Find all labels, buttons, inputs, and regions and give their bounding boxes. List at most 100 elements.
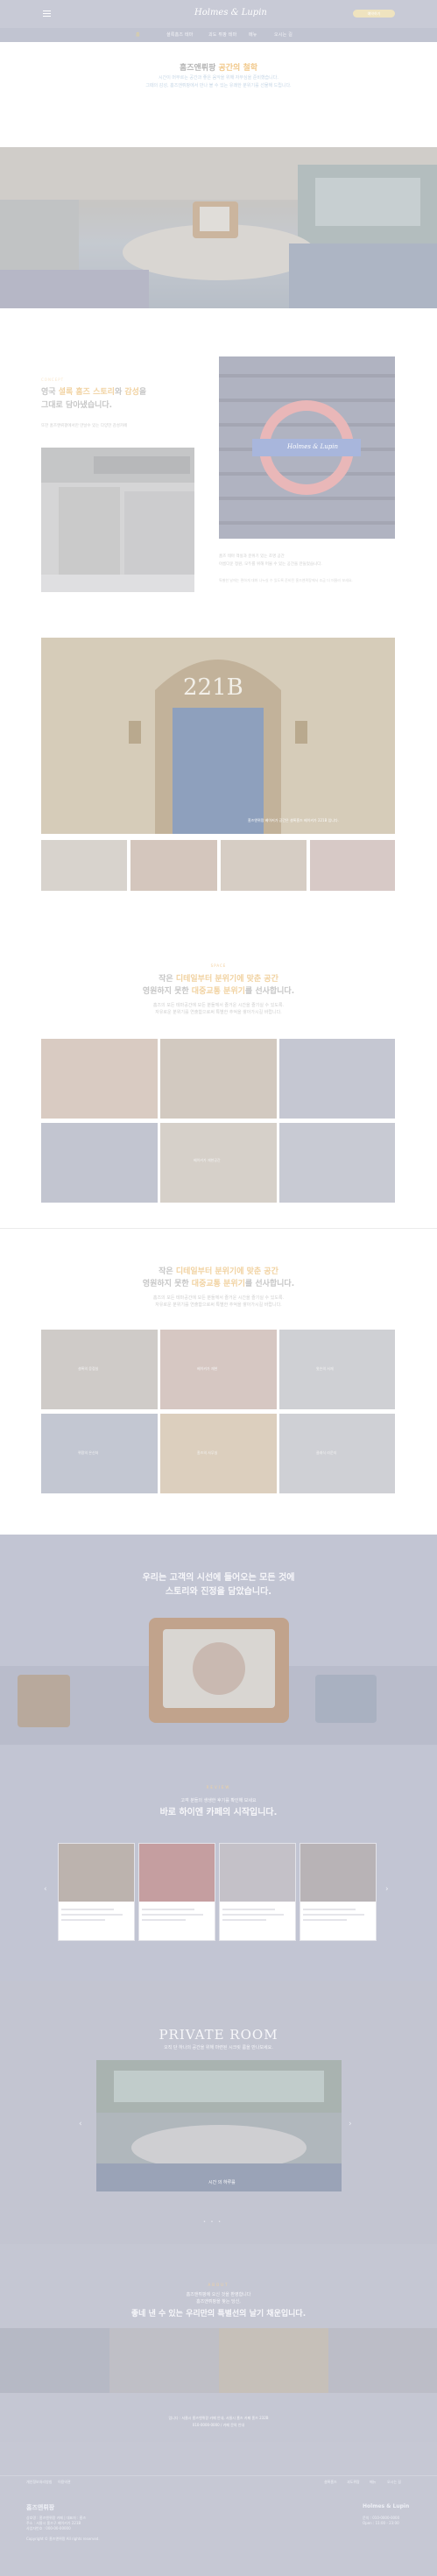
brand-logo[interactable]: Holmes & Lupin <box>194 8 267 18</box>
private-prev-arrow-icon[interactable]: ‹ <box>79 2120 82 2128</box>
detail-tile-label: 클래식 라운지 <box>316 1450 337 1455</box>
closing-contact-2: 010-0000-0000 / 카페 문의 안내 <box>192 2423 245 2427</box>
closing-line-3: 좋네 낸 수 있는 우리만의 특별선의 날기 채운입니다. <box>130 2310 307 2318</box>
detail-tile-2[interactable]: 베이커가 재현 <box>160 1330 277 1409</box>
closing-band: ABOUT 홈즈앤뤼팡에 오신 것을 환영합니다 홈즈앤뤼팡을 찾는 당신, 좋… <box>0 2244 437 2442</box>
footer-link-location[interactable]: 오시는 길 <box>387 2480 401 2485</box>
space-sub-2: 자유로운 분위기를 연출함으로써 특별한 추억을 쌓아가시길 바랍니다. <box>155 1010 282 1015</box>
cafe-interior-photo <box>0 147 437 308</box>
space-eyebrow: SPACE <box>210 963 227 968</box>
footer: 개인정보처리방침 이용약관 셜록홈즈 괴도뤼팡 메뉴 오시는 길 홈즈앤뤼팡 상… <box>0 2442 437 2576</box>
space-photo-4[interactable] <box>41 1123 158 1203</box>
closing-line-2: 홈즈앤뤼팡을 찾는 당신, <box>196 2299 241 2304</box>
closing-eyebrow: ABOUT <box>208 2283 229 2287</box>
door-number: 221B <box>183 674 243 701</box>
top-header: Holmes & Lupin 예약하기 <box>0 0 437 28</box>
review-line-1: 고객 분들의 생생한 후기를 확인해 보세요 <box>180 1798 257 1803</box>
closing-photo-1 <box>0 2328 109 2393</box>
main-navigation: 홈 셜록홈즈 테마 괴도 뤼팡 테마 메뉴 오시는 길 <box>0 28 437 42</box>
nav-item-home[interactable]: 홈 <box>136 32 140 38</box>
private-next-arrow-icon[interactable]: › <box>349 2120 352 2128</box>
detail-tile-1[interactable]: 셜록의 응접실 <box>41 1330 158 1409</box>
footer-link-privacy[interactable]: 개인정보처리방침 <box>26 2480 52 2485</box>
private-room-photo: 시간 의 하루를 <box>96 2060 342 2191</box>
story-band: 우리는 고객의 시선에 들어오는 모든 것에 스토리와 진정을 담았습니다. <box>0 1535 437 1745</box>
space-title-2: 영원하지 못한 대중교통 분위기를 선사합니다. <box>142 987 295 996</box>
closing-photo-2 <box>109 2328 219 2393</box>
detail-tile-label: 베이커가 재현 <box>197 1366 218 1371</box>
review-prev-arrow-icon[interactable]: ‹ <box>44 1885 47 1894</box>
thumb-4[interactable] <box>310 840 395 891</box>
door-221b-photo: 221B 홈즈앤뤼팡 베이커가 공간은 셜록홈즈 베이커가 221B 입니다. <box>41 638 395 834</box>
private-room-caption: 시간 의 하루를 <box>208 2180 236 2185</box>
thumb-1[interactable] <box>41 840 127 891</box>
concept-title-line1: 영국 셜록 홈즈 스토리와 감성을 <box>41 388 147 397</box>
footer-link-lupin[interactable]: 괴도뤼팡 <box>347 2480 360 2485</box>
detail-tile-4[interactable]: 뤼팡의 은신처 <box>41 1414 158 1493</box>
footer-link-menu[interactable]: 메뉴 <box>370 2480 376 2485</box>
footer-brand: 홈즈앤뤼팡 <box>26 2504 55 2511</box>
space-title-1: 작은 디테일부터 분위기에 맞춘 공간 <box>159 975 278 984</box>
detail-tile-label: 홈즈의 사무실 <box>197 1450 218 1455</box>
nav-item-lupin[interactable]: 괴도 뤼팡 테마 <box>208 32 236 38</box>
photo-overlay <box>0 147 437 308</box>
detail-sub-2: 자유로운 분위기를 연출함으로써 특별한 추억을 쌓아가시길 바랍니다. <box>155 1302 282 1308</box>
closing-line-1: 홈즈앤뤼팡에 오신 것을 환영합니다 <box>186 2292 251 2297</box>
intro-subtitle-1: 시간이 머무르는 공간과 좋은 음악을 위해 자부심을 준비했습니다. <box>159 75 278 81</box>
footer-right-title: Holmes & Lupin <box>363 2503 410 2509</box>
private-pagination[interactable]: • • • <box>203 2220 222 2225</box>
review-card[interactable] <box>219 1843 296 1941</box>
detail-tile-6[interactable]: 클래식 라운지 <box>279 1414 395 1493</box>
review-next-arrow-icon[interactable]: › <box>385 1885 389 1894</box>
space-photo-6[interactable] <box>279 1123 395 1203</box>
space-photo-5[interactable]: 베이커가 재현공간 <box>160 1123 277 1203</box>
review-card[interactable] <box>138 1843 215 1941</box>
review-band: REVIEW 고객 분들의 생생한 후기를 확인해 보세요 바로 하이엔 카페의… <box>0 1745 437 1981</box>
nav-item-sherlock[interactable]: 셜록홈즈 테마 <box>166 32 194 38</box>
closing-contact-1: 입니다 : 서울시 홈즈앤뤼팡 카페 안내, 서울시 홈즈 카페 홈즈 232B <box>168 2416 269 2420</box>
review-card[interactable] <box>58 1843 135 1941</box>
detail-title-1: 작은 디테일부터 분위기에 맞춘 공간 <box>159 1267 278 1276</box>
private-room-title: PRIVATE ROOM <box>159 2027 278 2043</box>
nav-item-menu[interactable]: 메뉴 <box>249 32 257 38</box>
storefront-photo <box>41 448 194 592</box>
thumb-2[interactable] <box>130 840 217 891</box>
concept-body: 또한 홈즈앤뤼팡에서만 만날수 있는 다양한 감성카페 <box>41 424 128 428</box>
intro-subtitle-2: 그때의 감성, 홈즈앤뤼팡에서 만나 볼 수 있는 유쾌한 분위기를 선물해 드… <box>145 83 292 88</box>
concept-side-2: 아름다운 정원, 모두를 위해 머물 수 있는 공간을 만들었습니다. <box>219 562 322 567</box>
detail-title-2: 영원하지 못한 대중교통 분위기를 선사합니다. <box>142 1280 295 1288</box>
space-photo-1[interactable] <box>41 1039 158 1119</box>
review-eyebrow: REVIEW <box>206 1785 231 1789</box>
space-photo-3[interactable] <box>279 1039 395 1119</box>
concept-eyebrow: CONCEPT <box>41 378 65 382</box>
closing-photo-4 <box>328 2328 437 2393</box>
detail-tile-3[interactable]: 왓슨의 서재 <box>279 1330 395 1409</box>
station-sign-photo: Holmes & Lupin <box>219 356 395 539</box>
section-divider <box>0 1228 437 1229</box>
hamburger-menu-icon[interactable] <box>43 11 51 17</box>
reserve-button[interactable]: 예약하기 <box>353 10 395 18</box>
door-caption: 홈즈앤뤼팡 베이커가 공간은 셜록홈즈 베이커가 221B 입니다. <box>248 818 339 822</box>
review-card[interactable] <box>300 1843 377 1941</box>
concept-side-1: 홈즈 테마 객실과 분위기 있는 조명 공간 <box>219 554 285 559</box>
radio-display-illustration <box>0 1618 437 1745</box>
concept-title-line2: 그대로 담아냈습니다. <box>41 401 113 410</box>
footer-address-3: 사업자번호 : 000-00-00000 <box>26 2526 71 2530</box>
review-line-2: 바로 하이엔 카페의 시작입니다. <box>159 1808 278 1817</box>
concept-side-3: 특별한 날에는 편하게 대화 나누실 수 있도록 준비된 홈즈앤뤼팡에서 조금 … <box>219 578 353 582</box>
footer-divider <box>0 2475 437 2476</box>
story-line-2: 스토리와 진정을 담았습니다. <box>165 1587 272 1597</box>
intro-title: 홈즈앤뤼팡 공간의 철학 <box>179 64 258 73</box>
private-room-illustration <box>96 2060 342 2191</box>
space-sub-1: 홈즈의 모든 테마공간에 모든 분들께서 즐거운 시간을 즐기실 수 있도록. <box>152 1003 285 1008</box>
footer-link-sherlock[interactable]: 셜록홈즈 <box>324 2480 337 2485</box>
detail-sub-1: 홈즈의 모든 테마공간에 모든 분들께서 즐거운 시간을 즐기실 수 있도록. <box>152 1295 285 1301</box>
footer-link-terms[interactable]: 이용약관 <box>58 2480 71 2485</box>
space-photo-2[interactable] <box>160 1039 277 1119</box>
nav-item-location[interactable]: 오시는 길 <box>274 32 293 38</box>
station-sign-logo: Holmes & Lupin <box>287 443 338 450</box>
detail-tile-label: 뤼팡의 은신처 <box>78 1450 99 1455</box>
thumb-3[interactable] <box>221 840 307 891</box>
story-line-1: 우리는 고객의 시선에 들어오는 모든 것에 <box>142 1573 295 1583</box>
detail-tile-5[interactable]: 홈즈의 사무실 <box>160 1414 277 1493</box>
